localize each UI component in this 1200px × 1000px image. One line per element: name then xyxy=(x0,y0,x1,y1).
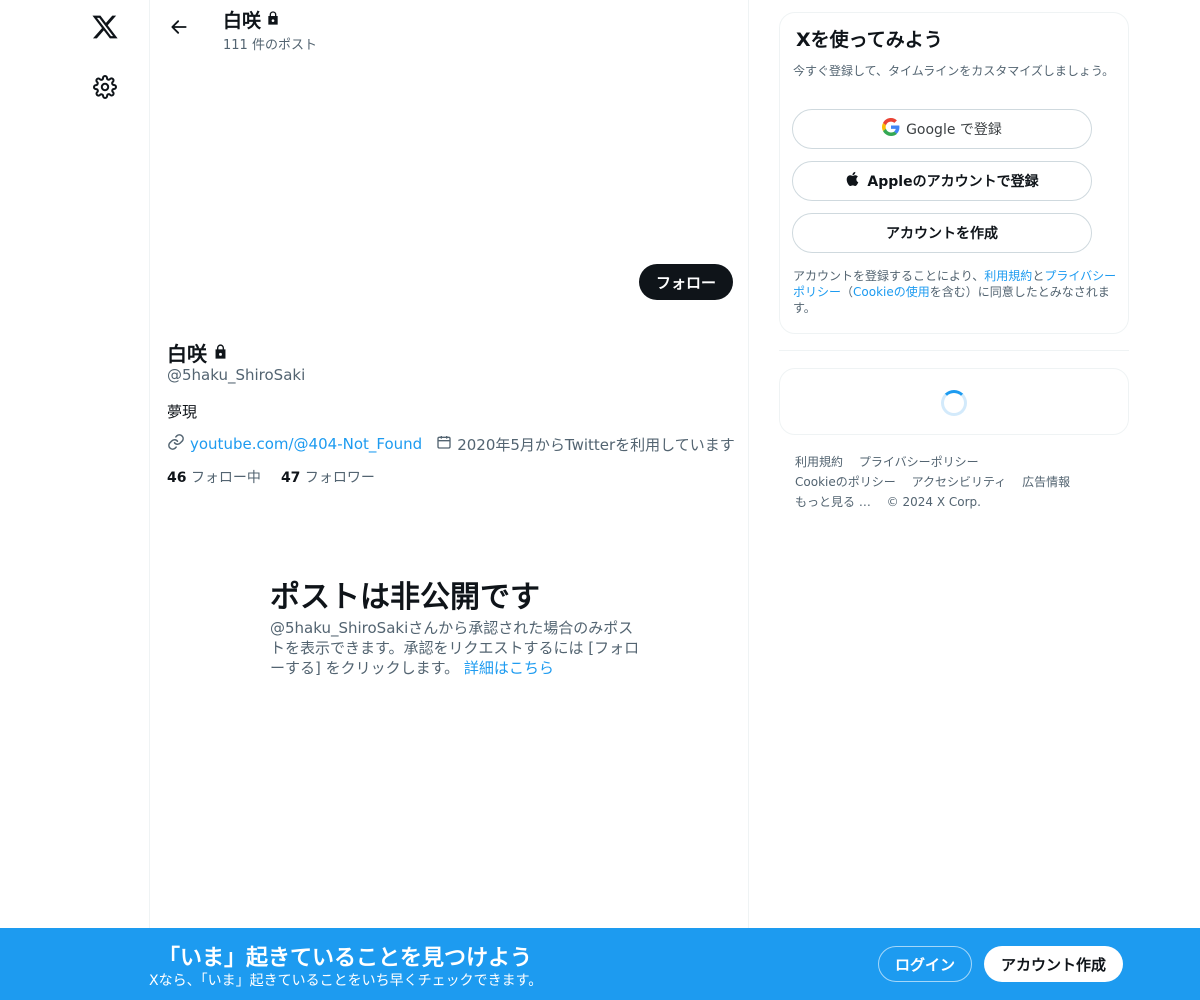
private-description: @5haku_ShiroSakiさんから承認された場合のみポストを表示できます。… xyxy=(270,618,640,678)
signup-subtitle: 今すぐ登録して、タイムラインをカスタマイズしましょう。 xyxy=(793,64,1115,78)
profile-name: 白咲 xyxy=(167,338,229,367)
signup-title: Xを使ってみよう xyxy=(796,29,943,51)
left-nav xyxy=(0,0,150,1000)
footer-more-link[interactable]: もっと見る … xyxy=(795,495,871,509)
profile-handle: @5haku_ShiroSaki xyxy=(167,366,306,384)
loading-card xyxy=(779,368,1129,435)
apple-icon xyxy=(845,170,861,192)
google-signup-label: Google で登録 xyxy=(906,122,1002,138)
header-display-name: 白咲 xyxy=(223,10,262,32)
followers-label: フォロワー xyxy=(304,470,375,486)
apple-signup-button[interactable]: Appleのアカウントで登録 xyxy=(792,161,1092,201)
terms-link[interactable]: 利用規約 xyxy=(984,269,1032,283)
website-link[interactable]: youtube.com/@404-Not_Found xyxy=(190,435,422,453)
link-icon xyxy=(167,433,185,455)
google-signup-button[interactable]: Google で登録 xyxy=(792,109,1092,149)
x-logo-icon[interactable] xyxy=(86,8,124,46)
terms-and: と xyxy=(1032,269,1045,283)
footer-ads-link[interactable]: 広告情報 xyxy=(1022,475,1070,489)
gear-icon[interactable] xyxy=(86,68,124,106)
footer-accessibility-link[interactable]: アクセシビリティ xyxy=(912,475,1007,489)
header-title: 白咲 xyxy=(223,6,281,33)
learn-more-link[interactable]: 詳細はこちら xyxy=(464,659,554,677)
login-button[interactable]: ログイン xyxy=(878,946,972,982)
website-item: youtube.com/@404-Not_Found xyxy=(167,433,422,455)
calendar-icon xyxy=(436,434,452,454)
google-icon xyxy=(882,118,900,140)
profile-meta: youtube.com/@404-Not_Found 2020年5月からTwit… xyxy=(167,433,735,455)
post-count: 111 件のポスト xyxy=(223,38,317,53)
followers-count: 47 xyxy=(280,470,301,486)
joined-date: 2020年5月からTwitterを利用しています xyxy=(457,435,735,454)
following-stat[interactable]: 46 フォロー中 xyxy=(167,467,261,487)
footer-terms-link[interactable]: 利用規約 xyxy=(795,455,843,469)
bottom-bar-title: 「いま」起きていることを見つけよう xyxy=(158,946,533,971)
following-count: 46 xyxy=(167,470,187,486)
sidebar-divider xyxy=(779,350,1129,351)
back-arrow-icon[interactable] xyxy=(162,10,196,44)
cookie-link[interactable]: Cookieの使用 xyxy=(853,285,930,299)
profile-column: 白咲 111 件のポスト フォロー 白咲 @5haku_ShiroSaki 夢現… xyxy=(149,0,749,1000)
footer-links: 利用規約 プライバシーポリシー Cookieのポリシー アクセシビリティ 広告情… xyxy=(795,452,1115,512)
signup-button[interactable]: アカウント作成 xyxy=(984,946,1123,982)
footer-privacy-link[interactable]: プライバシーポリシー xyxy=(859,455,979,469)
profile-display-name: 白咲 xyxy=(167,342,207,366)
terms-notice: アカウントを登録することにより、利用規約とプライバシーポリシー（Cookieの使… xyxy=(793,268,1123,316)
apple-signup-label: Appleのアカウントで登録 xyxy=(867,174,1039,190)
terms-paren: （ xyxy=(841,285,854,299)
following-label: フォロー中 xyxy=(190,470,261,486)
bottom-bar-subtitle: Xなら、「いま」起きていることをいち早くチェックできます。 xyxy=(149,973,543,989)
lock-icon xyxy=(265,9,281,31)
follow-button[interactable]: フォロー xyxy=(639,264,733,300)
create-account-button[interactable]: アカウントを作成 xyxy=(792,213,1092,253)
profile-bio: 夢現 xyxy=(167,403,198,421)
joined-item: 2020年5月からTwitterを利用しています xyxy=(436,434,735,455)
loading-spinner-icon xyxy=(941,390,967,416)
bottom-signup-bar: 「いま」起きていることを見つけよう Xなら、「いま」起きていることをいち早くチェ… xyxy=(0,928,1200,1000)
signup-card: Xを使ってみよう 今すぐ登録して、タイムラインをカスタマイズしましょう。 Goo… xyxy=(779,12,1129,334)
footer-cookie-link[interactable]: Cookieのポリシー xyxy=(795,475,896,489)
followers-stat[interactable]: 47 フォロワー xyxy=(281,467,375,487)
lock-icon xyxy=(212,341,229,365)
terms-prefix: アカウントを登録することにより、 xyxy=(793,269,985,283)
private-desc-text: @5haku_ShiroSakiさんから承認された場合のみポストを表示できます。… xyxy=(270,619,640,677)
private-title: ポストは非公開です xyxy=(270,580,540,615)
profile-stats: 46 フォロー中 47 フォロワー xyxy=(167,467,375,487)
footer-copyright: © 2024 X Corp. xyxy=(886,495,981,509)
